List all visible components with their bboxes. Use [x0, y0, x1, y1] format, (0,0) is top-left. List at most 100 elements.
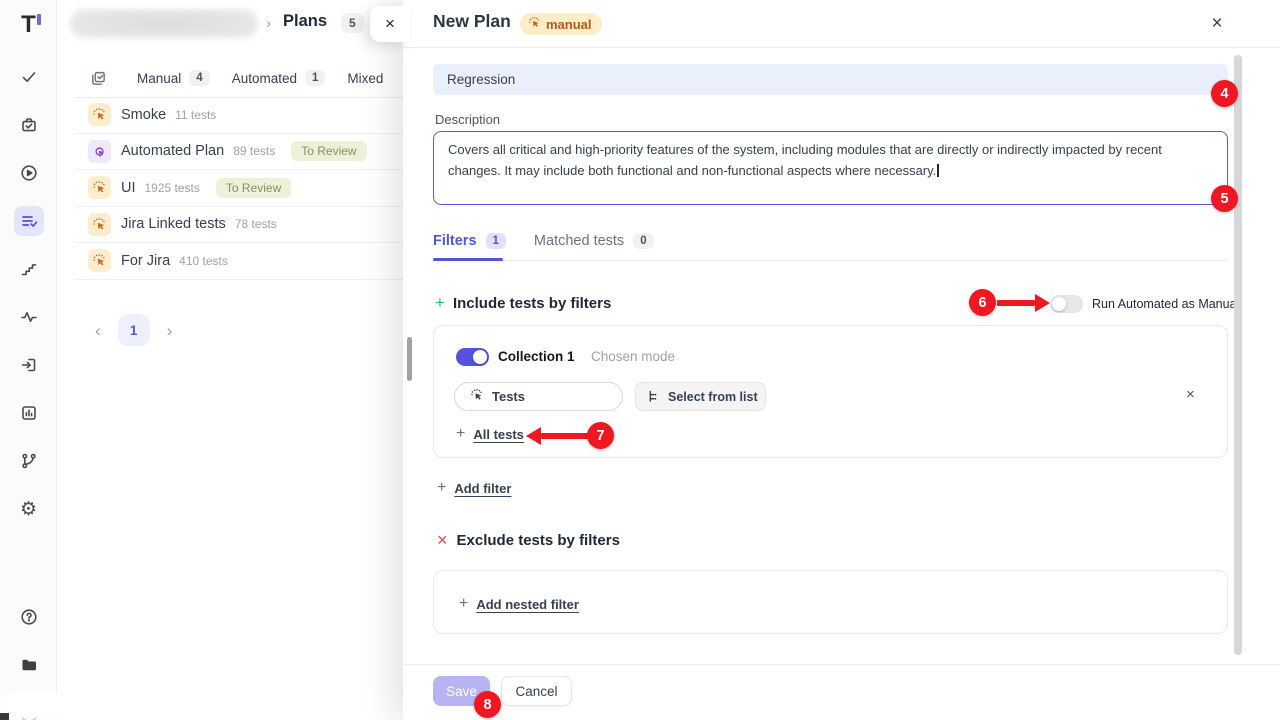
sidebar-item-tests[interactable]: [14, 62, 44, 92]
sidebar-item-help[interactable]: [14, 602, 44, 632]
project-name-blurred[interactable]: [70, 9, 258, 38]
annotation-circle-7: 7: [587, 422, 614, 449]
plan-row[interactable]: For Jira410 tests: [75, 243, 403, 280]
divider: [433, 260, 1228, 261]
tab-mixed[interactable]: Mixed: [347, 71, 383, 86]
annotation-arrow-7: [541, 433, 589, 439]
sidebar-item-runs[interactable]: [14, 158, 44, 188]
sidebar: T ⚙ T: [0, 0, 57, 720]
briefcase-check-icon: [20, 116, 38, 134]
collection-filter-card: Collection 1 Chosen mode Tests: [433, 325, 1228, 458]
text-caret: [937, 164, 939, 177]
logo-t-icon: T: [21, 11, 36, 39]
folder-icon: [20, 656, 38, 674]
tab-automated-count: 1: [305, 70, 325, 86]
plan-row[interactable]: Automated Plan 89 tests To Review: [75, 134, 403, 171]
collection-name: Collection 1: [498, 349, 575, 364]
bar-chart-icon: [20, 404, 38, 422]
sidebar-item-analytics[interactable]: [14, 398, 44, 428]
tree-list-icon: [646, 389, 661, 404]
plan-name: UI: [121, 180, 136, 196]
add-nested-filter-link[interactable]: Add nested filter: [476, 597, 579, 612]
plans-count-badge: 5: [341, 13, 364, 33]
app-logo[interactable]: T: [0, 8, 57, 42]
plan-tests-count: 89 tests: [233, 144, 275, 158]
all-tests-link-row: + All tests: [456, 425, 524, 443]
plan-row[interactable]: Smoke11 tests: [75, 97, 403, 134]
list-check-icon: [20, 212, 38, 230]
sidebar-item-import[interactable]: [14, 350, 44, 380]
drawer-edge-close-button[interactable]: ×: [370, 6, 410, 42]
privacy-blur-patch: [6, 697, 104, 717]
automated-plan-icon: [88, 140, 111, 163]
plan-name: Jira Linked tests: [121, 216, 226, 232]
include-section-header: + Include tests by filters: [435, 293, 611, 313]
drawer-close-button[interactable]: ×: [1205, 12, 1229, 36]
annotation-circle-5: 5: [1211, 185, 1238, 212]
import-icon: [20, 356, 38, 374]
tab-automated[interactable]: Automated 1: [232, 70, 326, 86]
page-title[interactable]: Plans: [283, 12, 327, 31]
active-tab-underline: [433, 258, 503, 261]
divider: [403, 47, 1280, 48]
plan-tests-count: 410 tests: [179, 254, 228, 268]
select-from-list-button[interactable]: Select from list: [635, 382, 766, 411]
tab-manual[interactable]: Manual 4: [137, 70, 210, 86]
plan-name-input[interactable]: Regression: [433, 64, 1228, 95]
play-circle-icon: [20, 164, 38, 182]
sidebar-item-pulse[interactable]: [14, 302, 44, 332]
description-label: Description: [435, 112, 500, 127]
activity-icon: [20, 308, 38, 326]
to-review-badge: To Review: [291, 141, 366, 161]
filters-count-badge: 1: [486, 233, 506, 249]
tab-matched-tests[interactable]: Matched tests 0: [534, 233, 654, 249]
check-icon: [20, 68, 38, 86]
add-filter-link[interactable]: Add filter: [454, 481, 511, 496]
pagination-page-1[interactable]: 1: [118, 314, 150, 346]
annotation-arrowhead-6: [1035, 294, 1050, 312]
sidebar-item-plans[interactable]: [14, 206, 44, 236]
add-nested-filter-row: + Add nested filter: [459, 595, 579, 613]
run-automated-as-manual-toggle[interactable]: [1050, 295, 1083, 313]
plan-tests-count: 1925 tests: [145, 181, 200, 195]
plan-name: Automated Plan: [121, 143, 224, 159]
breadcrumb: › Plans 5: [57, 0, 403, 48]
manual-plan-icon: [88, 103, 111, 126]
plan-row[interactable]: UI 1925 tests To Review: [75, 170, 403, 207]
sidebar-item-projects[interactable]: [14, 650, 44, 680]
exclude-section-header: × Exclude tests by filters: [437, 531, 620, 549]
screen-corner-artifact: [0, 713, 9, 720]
close-icon: ×: [385, 14, 395, 34]
matched-count-badge: 0: [633, 233, 653, 249]
manual-sparkle-icon: [470, 388, 484, 405]
plan-list: Smoke11 tests Automated Plan 89 tests To R…: [75, 97, 403, 280]
select-all-icon[interactable]: [90, 70, 107, 87]
tab-filters[interactable]: Filters 1: [433, 233, 506, 249]
sidebar-item-milestones[interactable]: [14, 254, 44, 284]
pagination-prev-icon[interactable]: ‹: [95, 322, 101, 339]
plan-row[interactable]: Jira Linked tests 78 tests: [75, 207, 403, 244]
cancel-button[interactable]: Cancel: [501, 676, 572, 706]
pagination-next-icon[interactable]: ›: [167, 322, 173, 339]
sidebar-item-suites[interactable]: [14, 110, 44, 140]
annotation-circle-8: 8: [474, 691, 501, 718]
manual-plan-icon: [88, 176, 111, 199]
manual-sparkle-icon: [528, 16, 541, 32]
to-review-badge: To Review: [216, 178, 291, 198]
sidebar-item-settings[interactable]: ⚙: [14, 494, 44, 524]
plan-tests-count: 78 tests: [235, 217, 277, 231]
manual-plan-icon: [88, 213, 111, 236]
branch-icon: [20, 452, 38, 470]
all-tests-link[interactable]: All tests: [473, 427, 524, 442]
plans-page: › Plans 5 Manual 4 Automated 1 Mixed: [57, 0, 403, 720]
drawer-scrollbar[interactable]: [1234, 55, 1242, 655]
sidebar-item-branches[interactable]: [14, 446, 44, 476]
description-textarea[interactable]: Covers all critical and high-priority fe…: [433, 131, 1228, 205]
x-icon: ×: [437, 531, 448, 549]
pagination: ‹ 1 ›: [95, 314, 172, 346]
source-select[interactable]: Tests: [454, 382, 623, 411]
collection-enabled-toggle[interactable]: [456, 348, 489, 366]
sidebar-nav-top: ⚙: [0, 62, 57, 524]
page-scrollbar-thumb[interactable]: [407, 337, 412, 381]
remove-filter-icon[interactable]: ×: [1186, 386, 1195, 403]
